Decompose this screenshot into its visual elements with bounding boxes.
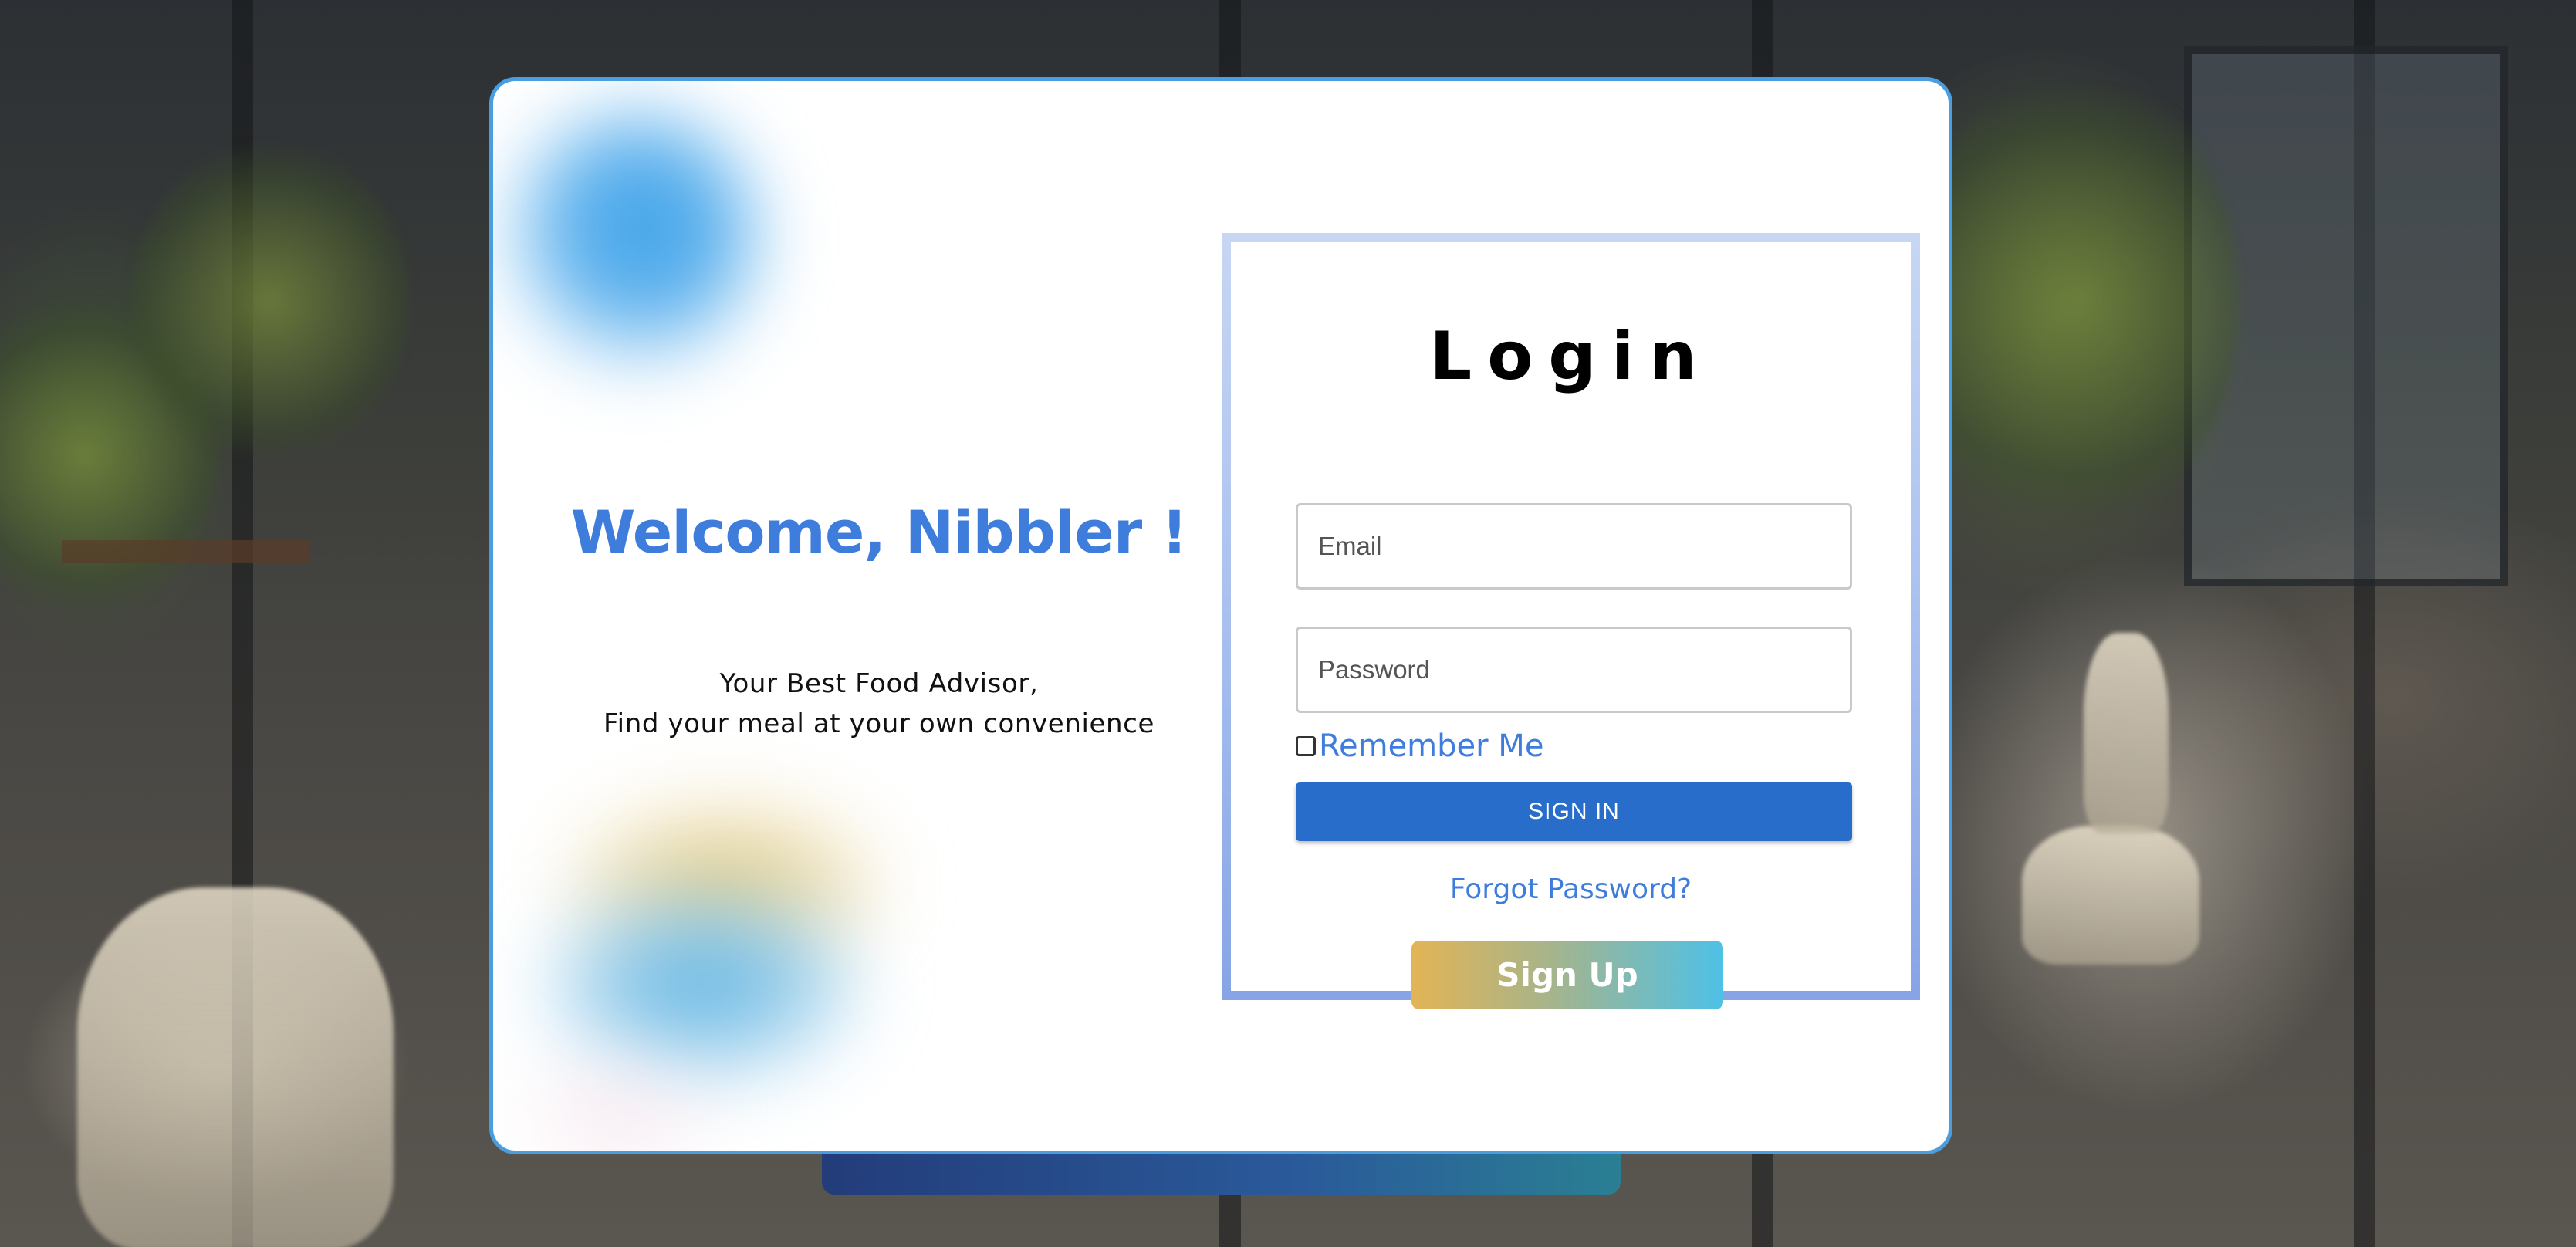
- background-plant: [131, 139, 409, 463]
- sign-up-button[interactable]: Sign Up: [1411, 941, 1723, 1009]
- background-shelf: [62, 540, 309, 563]
- remember-me-label[interactable]: Remember Me: [1319, 728, 1543, 764]
- tagline-line-2: Find your meal at your own convenience: [603, 708, 1154, 739]
- background-drink: [2022, 826, 2199, 965]
- login-panel: Login Remember Me SIGN IN Forgot Passwor…: [1222, 233, 1920, 1009]
- remember-me-row[interactable]: Remember Me: [1296, 728, 1543, 764]
- decorative-blob: [509, 112, 756, 367]
- tagline-line-1: Your Best Food Advisor,: [719, 668, 1039, 699]
- sign-in-button[interactable]: SIGN IN: [1296, 782, 1852, 841]
- welcome-tagline: Your Best Food Advisor, Find your meal a…: [493, 664, 1265, 744]
- sign-in-label: SIGN IN: [1528, 799, 1620, 824]
- login-title: Login: [1429, 318, 1712, 395]
- background-drink: [2084, 633, 2169, 833]
- sign-up-label: Sign Up: [1496, 956, 1638, 994]
- email-field[interactable]: [1296, 503, 1852, 590]
- forgot-password-link[interactable]: Forgot Password?: [1231, 874, 1911, 905]
- checkbox-unchecked-icon[interactable]: [1296, 736, 1316, 756]
- background-plant: [1914, 62, 2238, 540]
- background-drink: [77, 887, 394, 1247]
- password-field[interactable]: [1296, 627, 1852, 713]
- decorative-blob: [539, 884, 864, 1084]
- login-card: Welcome, Nibbler ! Your Best Food Adviso…: [489, 77, 1952, 1154]
- welcome-heading: Welcome, Nibbler !: [570, 498, 1188, 566]
